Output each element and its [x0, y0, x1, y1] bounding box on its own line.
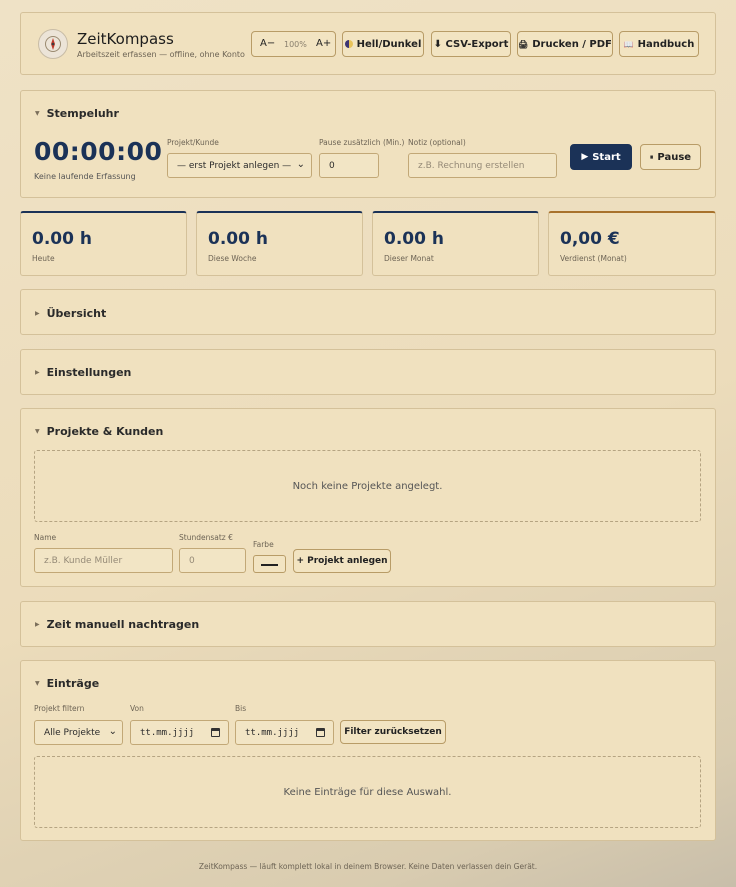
calendar-icon	[316, 728, 325, 737]
reset-filter-label: Filter zurücksetzen	[344, 727, 442, 737]
settings-panel[interactable]: ▶ Einstellungen	[20, 349, 716, 395]
caret-right-icon: ▶	[35, 369, 40, 376]
app-title: ZeitKompass	[77, 30, 174, 48]
overview-panel[interactable]: ▶ Übersicht	[20, 289, 716, 335]
projects-title: Projekte & Kunden	[46, 425, 164, 438]
entries-title: Einträge	[46, 677, 100, 690]
stat-card-month: 0.00 h Dieser Monat	[372, 211, 539, 276]
projects-panel: ▼ Projekte & Kunden Noch keine Projekte …	[20, 408, 716, 587]
manual-entry-toggle[interactable]: ▶ Zeit manuell nachtragen	[35, 618, 199, 631]
stempeluhr-toggle[interactable]: ▼ Stempeluhr	[35, 107, 119, 120]
color-label: Farbe	[253, 540, 274, 549]
print-pdf-button[interactable]: 🖨 Drucken / PDF	[517, 31, 613, 57]
project-select[interactable]: — erst Projekt anlegen — ⌄	[167, 153, 312, 178]
stat-caption: Dieser Monat	[384, 254, 434, 263]
stat-value: 0.00 h	[208, 229, 268, 249]
from-date-value: tt.mm.jjjj	[140, 727, 195, 738]
add-project-button[interactable]: + Projekt anlegen	[293, 549, 391, 573]
stat-caption: Diese Woche	[208, 254, 257, 263]
caret-right-icon: ▶	[35, 310, 40, 317]
note-input[interactable]: z.B. Rechnung erstellen	[408, 153, 557, 178]
pause-icon: ⏸	[649, 152, 654, 161]
color-swatch	[261, 564, 278, 566]
theme-toggle-button[interactable]: Hell/Dunkel	[342, 31, 424, 57]
caret-down-icon: ▼	[35, 428, 40, 435]
stat-value: 0.00 h	[32, 229, 92, 249]
to-date-label: Bis	[235, 704, 247, 713]
color-picker[interactable]	[253, 555, 286, 573]
footer-text: ZeitKompass — läuft komplett lokal in de…	[198, 862, 538, 871]
stempeluhr-title: Stempeluhr	[46, 107, 119, 120]
pause-button-label: Pause	[657, 151, 692, 163]
calendar-icon	[211, 728, 220, 737]
start-button[interactable]: ▶ Start	[570, 144, 632, 170]
printer-icon: 🖨	[518, 39, 529, 49]
book-icon: 📖	[623, 39, 634, 49]
add-project-label: + Projekt anlegen	[296, 556, 388, 566]
manual-entry-title: Zeit manuell nachtragen	[46, 618, 200, 631]
settings-title: Einstellungen	[46, 366, 132, 379]
entries-panel: ▼ Einträge Projekt filtern Alle Projekte…	[20, 660, 716, 841]
note-label: Notiz (optional)	[408, 138, 466, 147]
start-label: Start	[592, 151, 621, 163]
hourly-rate-label: Stundensatz €	[179, 533, 233, 542]
to-date-value: tt.mm.jjjj	[245, 727, 300, 738]
stat-caption: Verdienst (Monat)	[560, 254, 627, 263]
settings-toggle[interactable]: ▶ Einstellungen	[35, 366, 131, 379]
timer-status: Keine laufende Erfassung	[34, 172, 136, 181]
pause-label: Pause zusätzlich (Min.)	[319, 138, 405, 147]
stempeluhr-panel: ▼ Stempeluhr 00:00:00 Keine laufende Erf…	[20, 90, 716, 198]
print-pdf-label: Drucken / PDF	[532, 38, 612, 50]
manual-button[interactable]: 📖 Handbuch	[619, 31, 699, 57]
project-filter-value: Alle Projekte	[44, 727, 101, 738]
zoom-level: 100%	[284, 40, 307, 49]
reset-filter-button[interactable]: Filter zurücksetzen	[340, 720, 446, 744]
overview-title: Übersicht	[46, 307, 107, 320]
csv-export-button[interactable]: ⬇ CSV-Export	[431, 31, 511, 57]
from-date-input[interactable]: tt.mm.jjjj	[130, 720, 229, 745]
project-filter-label: Projekt filtern	[34, 704, 85, 713]
from-date-label: Von	[130, 704, 144, 713]
timer-display: 00:00:00	[34, 137, 163, 166]
csv-export-label: ⬇ CSV-Export	[433, 38, 509, 50]
stat-card-earnings: 0,00 € Verdienst (Monat)	[548, 211, 716, 276]
manual-label: Handbuch	[637, 38, 695, 50]
stat-card-week: 0.00 h Diese Woche	[196, 211, 363, 276]
half-moon-icon	[344, 40, 353, 48]
caret-down-icon: ▼	[35, 110, 40, 117]
entries-toggle[interactable]: ▼ Einträge	[35, 677, 99, 690]
projects-toggle[interactable]: ▼ Projekte & Kunden	[35, 425, 163, 438]
project-select-label: Projekt/Kunde	[167, 138, 219, 147]
font-larger-button[interactable]: A+	[316, 38, 331, 49]
to-date-input[interactable]: tt.mm.jjjj	[235, 720, 334, 745]
font-smaller-button[interactable]: A−	[260, 38, 275, 49]
app-header: ZeitKompass Arbeitszeit erfassen — offli…	[20, 12, 716, 75]
stat-card-today: 0.00 h Heute	[20, 211, 187, 276]
app-subtitle: Arbeitszeit erfassen — offline, ohne Kon…	[77, 50, 245, 59]
stat-value: 0,00 €	[560, 229, 620, 249]
overview-toggle[interactable]: ▶ Übersicht	[35, 307, 106, 320]
stat-caption: Heute	[32, 254, 55, 263]
stat-value: 0.00 h	[384, 229, 444, 249]
project-name-label: Name	[34, 533, 57, 542]
chevron-down-icon: ⌄	[108, 726, 117, 737]
project-select-value: — erst Projekt anlegen —	[177, 160, 292, 171]
manual-entry-panel[interactable]: ▶ Zeit manuell nachtragen	[20, 601, 716, 647]
entries-empty-state: Keine Einträge für diese Auswahl.	[34, 756, 701, 828]
project-name-input[interactable]: z.B. Kunde Müller	[34, 548, 173, 573]
project-filter-select[interactable]: Alle Projekte ⌄	[34, 720, 123, 745]
projects-empty-state: Noch keine Projekte angelegt.	[34, 450, 701, 522]
chevron-down-icon: ⌄	[296, 159, 305, 170]
hourly-rate-input[interactable]: 0	[179, 548, 246, 573]
play-icon: ▶	[581, 152, 589, 162]
pause-button[interactable]: ⏸ Pause	[640, 144, 701, 170]
font-size-control: A− 100% A+	[251, 31, 336, 57]
caret-right-icon: ▶	[35, 621, 40, 628]
pause-minutes-input[interactable]: 0	[319, 153, 379, 178]
caret-down-icon: ▼	[35, 680, 40, 687]
theme-toggle-label: Hell/Dunkel	[356, 38, 422, 50]
logo-compass-icon	[38, 29, 68, 59]
